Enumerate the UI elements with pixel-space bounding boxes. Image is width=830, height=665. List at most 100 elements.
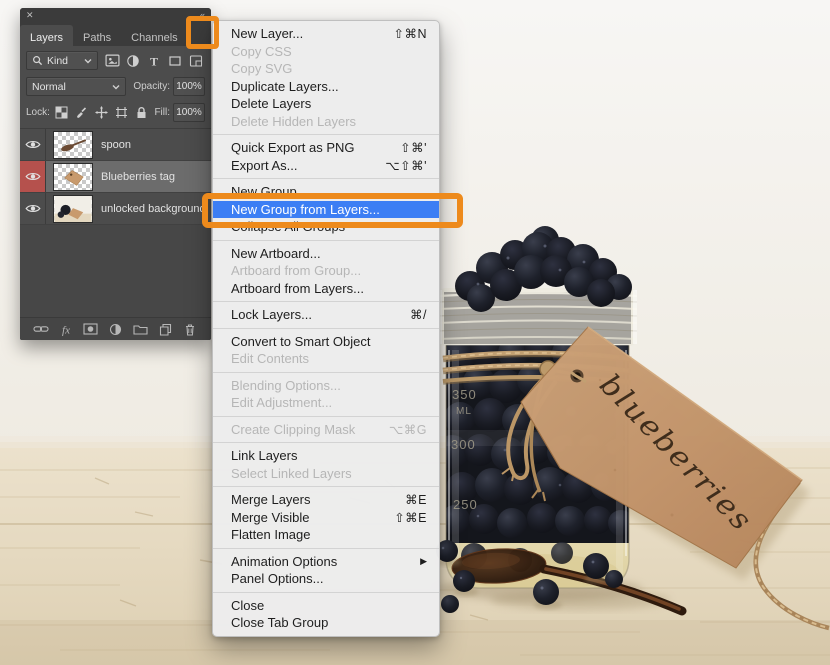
menu-item-select-linked-layers[interactable]: Select Linked Layers bbox=[213, 465, 439, 483]
menu-item-label: Lock Layers... bbox=[231, 307, 312, 322]
visibility-eye-icon[interactable] bbox=[20, 193, 46, 224]
menu-item-animation-options[interactable]: Animation Options▶ bbox=[213, 553, 439, 571]
new-layer-icon[interactable] bbox=[157, 322, 173, 336]
menu-item-new-group-from-layers[interactable]: New Group from Layers... bbox=[213, 201, 439, 219]
menu-item-artboard-from-layers[interactable]: Artboard from Layers... bbox=[213, 280, 439, 298]
smart-object-filter-icon[interactable] bbox=[188, 53, 204, 69]
kind-filter-select[interactable]: Kind bbox=[26, 51, 98, 70]
tab-paths[interactable]: Paths bbox=[73, 25, 121, 46]
adjustment-filter-icon[interactable] bbox=[125, 53, 141, 69]
pixel-layer-filter-icon[interactable] bbox=[104, 53, 120, 69]
link-icon[interactable] bbox=[33, 322, 49, 336]
menu-item-shortcut: ⌥⇧⌘' bbox=[385, 158, 427, 173]
menu-item-label: New Group from Layers... bbox=[231, 202, 380, 217]
menu-item-edit-contents[interactable]: Edit Contents bbox=[213, 350, 439, 368]
menu-item-shortcut: ⇧⌘N bbox=[393, 26, 427, 41]
layer-name: unlocked background bbox=[101, 203, 206, 215]
visibility-eye-icon[interactable] bbox=[20, 129, 46, 160]
menu-item-label: Quick Export as PNG bbox=[231, 140, 355, 155]
menu-item-label: Create Clipping Mask bbox=[231, 422, 355, 437]
menu-separator bbox=[213, 301, 439, 302]
layers-panel: ✕ « LayersPathsChannels Kind T Normal bbox=[20, 8, 211, 340]
layer-row-unlocked-background[interactable]: unlocked background bbox=[20, 193, 211, 225]
new-group-icon[interactable] bbox=[132, 322, 148, 336]
menu-item-edit-adjustment[interactable]: Edit Adjustment... bbox=[213, 394, 439, 412]
menu-item-artboard-from-group[interactable]: Artboard from Group... bbox=[213, 262, 439, 280]
menu-item-label: Artboard from Layers... bbox=[231, 281, 364, 296]
menu-item-label: Panel Options... bbox=[231, 571, 324, 586]
lock-paint-icon[interactable] bbox=[74, 105, 89, 120]
menu-item-new-group[interactable]: New Group... bbox=[213, 183, 439, 201]
menu-item-quick-export-as-png[interactable]: Quick Export as PNG⇧⌘' bbox=[213, 139, 439, 157]
menu-item-lock-layers[interactable]: Lock Layers... ⌘/ bbox=[213, 306, 439, 324]
panel-header: ✕ « bbox=[20, 8, 211, 22]
layer-row-blueberries-tag[interactable]: Blueberries tag bbox=[20, 161, 211, 193]
lock-position-icon[interactable] bbox=[94, 105, 109, 120]
menu-item-delete-layers[interactable]: Delete Layers bbox=[213, 95, 439, 113]
collapse-panel-icon[interactable]: « bbox=[200, 11, 205, 20]
menu-item-label: Blending Options... bbox=[231, 378, 341, 393]
adjustment-layer-icon[interactable] bbox=[107, 322, 123, 336]
menu-item-label: Delete Hidden Layers bbox=[231, 114, 356, 129]
lock-transparency-icon[interactable] bbox=[54, 105, 69, 120]
shape-filter-icon[interactable] bbox=[167, 53, 183, 69]
menu-item-label: New Artboard... bbox=[231, 246, 321, 261]
menu-item-new-artboard[interactable]: New Artboard... bbox=[213, 245, 439, 263]
panel-bottom-bar: fx bbox=[20, 317, 211, 340]
menu-item-new-layer[interactable]: New Layer...⇧⌘N bbox=[213, 25, 439, 43]
menu-separator bbox=[213, 372, 439, 373]
layer-thumbnail-spoon[interactable] bbox=[53, 131, 93, 159]
menu-separator bbox=[213, 178, 439, 179]
menu-item-panel-options[interactable]: Panel Options... bbox=[213, 570, 439, 588]
fx-icon[interactable]: fx bbox=[58, 322, 74, 336]
type-filter-icon[interactable]: T bbox=[146, 53, 162, 69]
close-panel-icon[interactable]: ✕ bbox=[26, 11, 34, 20]
menu-item-merge-visible[interactable]: Merge Visible⇧⌘E bbox=[213, 509, 439, 527]
menu-item-convert-to-smart-object[interactable]: Convert to Smart Object bbox=[213, 333, 439, 351]
menu-item-label: Merge Layers bbox=[231, 492, 310, 507]
lock-label: Lock: bbox=[26, 107, 50, 118]
menu-item-copy-svg[interactable]: Copy SVG bbox=[213, 60, 439, 78]
menu-item-duplicate-layers[interactable]: Duplicate Layers... bbox=[213, 78, 439, 96]
menu-item-close[interactable]: Close bbox=[213, 597, 439, 615]
menu-item-shortcut: ⇧⌘E bbox=[394, 510, 427, 525]
layer-list: spoonBlueberries tag unlocked background bbox=[20, 128, 211, 317]
menu-item-label: Edit Contents bbox=[231, 351, 309, 366]
menu-item-close-tab-group[interactable]: Close Tab Group bbox=[213, 614, 439, 632]
lock-artboard-icon[interactable] bbox=[114, 105, 129, 120]
menu-item-flatten-image[interactable]: Flatten Image bbox=[213, 526, 439, 544]
layer-thumbnail-unlocked-background[interactable] bbox=[53, 195, 93, 223]
menu-item-link-layers[interactable]: Link Layers bbox=[213, 447, 439, 465]
menu-item-label: Flatten Image bbox=[231, 527, 311, 542]
tab-channels[interactable]: Channels bbox=[121, 25, 187, 46]
fill-input[interactable]: 100% bbox=[173, 103, 205, 122]
menu-item-label: Delete Layers bbox=[231, 96, 311, 111]
menu-item-merge-layers[interactable]: Merge Layers⌘E bbox=[213, 491, 439, 509]
menu-item-label: Close Tab Group bbox=[231, 615, 328, 630]
delete-layer-icon[interactable] bbox=[182, 322, 198, 336]
menu-item-export-as[interactable]: Export As...⌥⇧⌘' bbox=[213, 157, 439, 175]
menu-item-collapse-all-groups[interactable]: Collapse All Groups bbox=[213, 218, 439, 236]
opacity-input[interactable]: 100% bbox=[173, 77, 205, 96]
visibility-eye-icon[interactable] bbox=[20, 161, 46, 192]
search-icon bbox=[32, 55, 43, 66]
chevron-down-icon bbox=[84, 58, 92, 64]
menu-item-delete-hidden-layers[interactable]: Delete Hidden Layers bbox=[213, 113, 439, 131]
layer-mask-icon[interactable] bbox=[83, 322, 99, 336]
menu-item-shortcut: ⌘/ bbox=[410, 307, 427, 322]
tab-layers[interactable]: Layers bbox=[20, 25, 73, 46]
menu-separator bbox=[213, 416, 439, 417]
menu-item-shortcut: ⌥⌘G bbox=[389, 422, 427, 437]
svg-text:300: 300 bbox=[451, 437, 476, 452]
menu-item-blending-options[interactable]: Blending Options... bbox=[213, 377, 439, 395]
menu-item-label: Edit Adjustment... bbox=[231, 395, 332, 410]
menu-item-label: New Group... bbox=[231, 184, 308, 199]
lock-all-icon[interactable] bbox=[134, 105, 149, 120]
layer-row-spoon[interactable]: spoon bbox=[20, 129, 211, 161]
menu-item-copy-css[interactable]: Copy CSS bbox=[213, 43, 439, 61]
menu-item-label: Collapse All Groups bbox=[231, 219, 345, 234]
blend-mode-select[interactable]: Normal bbox=[26, 77, 126, 96]
layer-thumbnail-blueberries-tag[interactable] bbox=[53, 163, 93, 191]
menu-separator bbox=[213, 240, 439, 241]
menu-item-create-clipping-mask[interactable]: Create Clipping Mask ⌥⌘G bbox=[213, 421, 439, 439]
